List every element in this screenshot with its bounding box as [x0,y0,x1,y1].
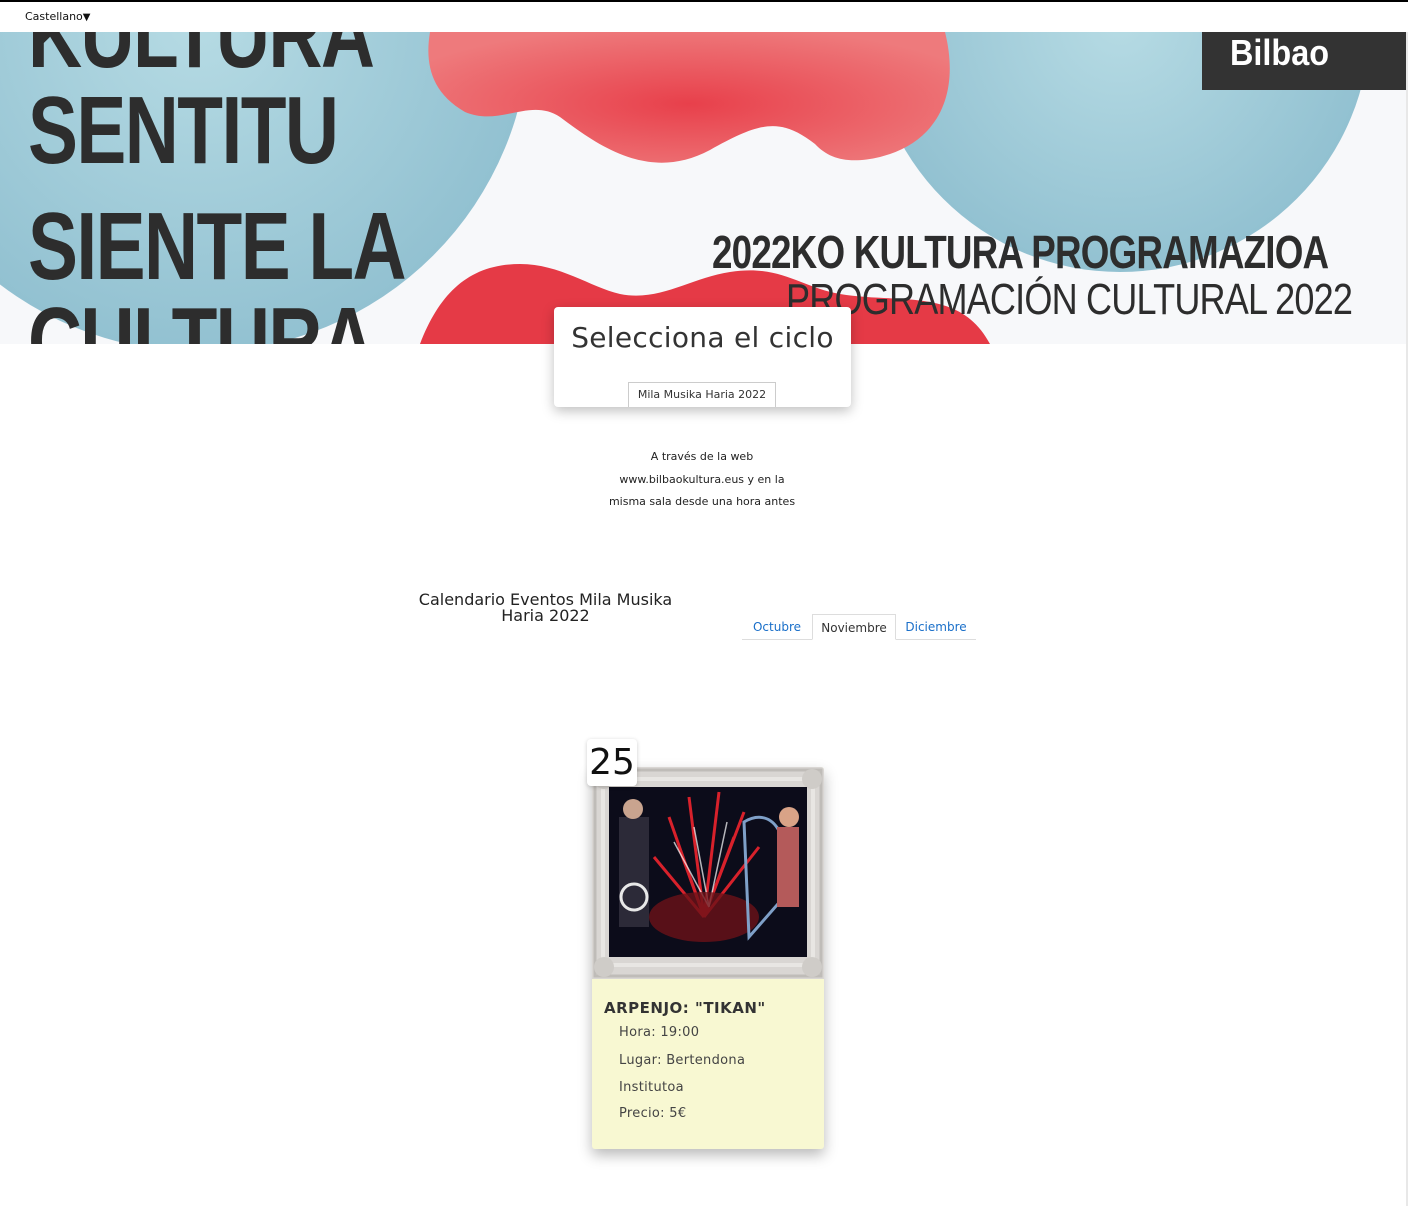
event-day-badge: 25 [587,739,637,786]
ornate-frame [592,767,824,979]
event-title: ARPENJO: "TIKAN" [604,999,766,1017]
event-venue: Lugar: Bertendona [619,1053,746,1068]
tab-octubre[interactable]: Octubre [742,614,812,640]
event-details: ARPENJO: "TIKAN" Hora: 19:00 Lugar: Bert… [592,979,824,1149]
info-line-1: A través de la web [650,450,754,463]
language-label: Castellano [25,10,83,23]
calendar-title-line-2: Haria 2022 [501,606,590,625]
banner-program-eu: 2022KO KULTURA PROGRAMAZIOA [712,226,1329,278]
banner-text-sentitu: SENTITU [28,77,339,184]
ticket-info: A través de la web www.bilbaokultura.eus… [553,446,851,514]
concert-image [609,787,807,957]
language-selector[interactable]: Castellano▼ [25,10,91,23]
event-price: Precio: 5€ [619,1106,687,1121]
event-card[interactable]: ARPENJO: "TIKAN" Hora: 19:00 Lugar: Bert… [592,767,824,1149]
banner-text-siente: SIENTE LA [28,193,407,300]
event-photo [609,787,807,957]
banner-program-es: PROGRAMACIÓN CULTURAL 2022 [786,275,1353,324]
info-line-3: misma sala desde una hora antes [608,495,796,508]
tab-noviembre[interactable]: Noviembre [812,614,896,640]
hero-banner: KULTURA SENTITU SIENTE LA CULTURA 2022KO… [0,32,1408,344]
month-tabs: Octubre Noviembre Diciembre [742,614,976,640]
banner-text-cultura: CULTURA [28,288,375,344]
cycle-option-button[interactable]: Mila Musika Haria 2022 [628,382,776,407]
tab-diciembre[interactable]: Diciembre [896,614,976,640]
event-time: Hora: 19:00 [619,1025,700,1040]
calendar-title: Calendario Eventos Mila Musika Haria 202… [418,592,673,624]
info-line-2: www.bilbaokultura.eus y en la [619,472,785,486]
bilbao-logo: Bilbao [1202,32,1408,90]
top-bar: Castellano▼ [0,0,1408,32]
cycle-selector-card: Selecciona el ciclo Mila Musika Haria 20… [554,307,851,407]
event-venue-cont: Institutoa [619,1080,684,1095]
caret-down-icon: ▼ [82,12,91,23]
cycle-selector-title: Selecciona el ciclo [571,321,834,354]
bilbao-logo-text: Bilbao [1230,32,1330,73]
